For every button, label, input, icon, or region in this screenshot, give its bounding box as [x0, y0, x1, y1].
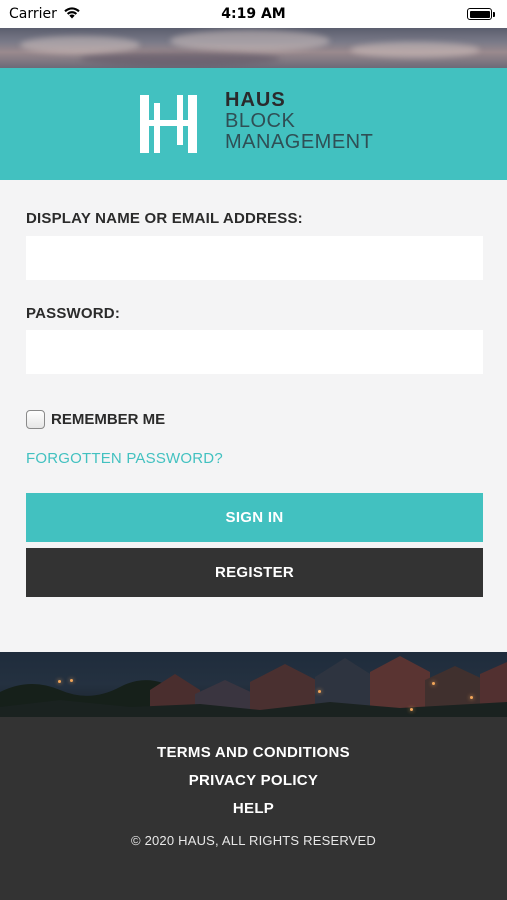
- wifi-icon: [63, 6, 81, 23]
- battery-icon: [467, 8, 495, 20]
- login-screen: Carrier 4:19 AM HAUS BLOCK MANAGEMENT DI…: [0, 0, 507, 900]
- carrier-label: Carrier: [9, 6, 57, 22]
- brand-header: HAUS BLOCK MANAGEMENT: [0, 68, 507, 180]
- town-night-image: [0, 652, 507, 717]
- remember-me-label: REMEMBER ME: [51, 411, 166, 428]
- copyright-text: © 2020 HAUS, ALL RIGHTS RESERVED: [130, 833, 376, 848]
- password-input[interactable]: [26, 330, 483, 374]
- forgotten-password-link[interactable]: FORGOTTEN PASSWORD?: [26, 450, 223, 467]
- sky-banner-image: [0, 28, 507, 68]
- status-bar: Carrier 4:19 AM: [0, 0, 507, 28]
- brand-line-2: MANAGEMENT: [225, 131, 374, 153]
- brand-line-1: BLOCK: [225, 110, 296, 132]
- remember-me-row[interactable]: REMEMBER ME: [26, 410, 165, 429]
- username-label: DISPLAY NAME OR EMAIL ADDRESS:: [26, 210, 303, 227]
- help-link[interactable]: HELP: [0, 800, 507, 817]
- username-input[interactable]: [26, 236, 483, 280]
- register-button[interactable]: REGISTER: [26, 548, 483, 597]
- remember-me-checkbox[interactable]: [26, 410, 45, 429]
- sign-in-button[interactable]: SIGN IN: [26, 493, 483, 542]
- password-label: PASSWORD:: [26, 305, 121, 322]
- footer: TERMS AND CONDITIONS PRIVACY POLICY HELP…: [0, 717, 507, 900]
- haus-logo-icon: [140, 95, 197, 153]
- terms-link[interactable]: TERMS AND CONDITIONS: [0, 744, 507, 761]
- brand-wordmark: HAUS BLOCK MANAGEMENT: [225, 90, 373, 153]
- brand-name: HAUS: [225, 89, 286, 111]
- privacy-policy-link[interactable]: PRIVACY POLICY: [0, 772, 507, 789]
